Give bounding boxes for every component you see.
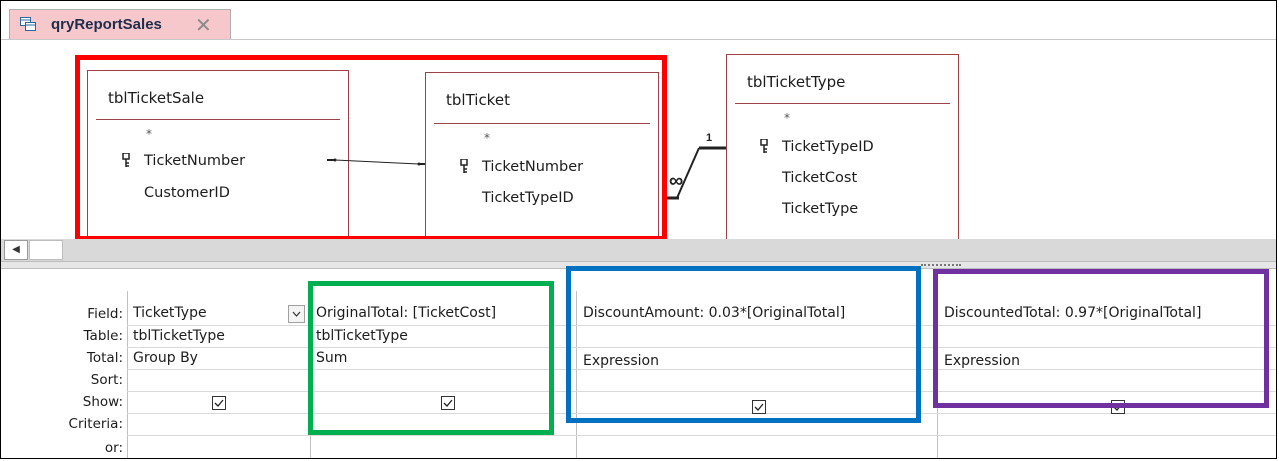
table-title: tblTicketType <box>747 73 846 91</box>
scroll-left-icon[interactable]: ◀ <box>4 240 28 260</box>
field-cell-col1[interactable]: TicketType <box>133 305 207 321</box>
column-separator <box>127 291 128 458</box>
field-ticket-cost[interactable]: TicketCost <box>782 170 857 186</box>
all-fields-star[interactable]: * <box>784 111 790 125</box>
tab-title: qryReportSales <box>51 16 162 33</box>
row-label-sort: Sort: <box>90 372 123 388</box>
divider <box>735 103 950 104</box>
document-tab-bar: qryReportSales ✕ <box>1 1 1276 39</box>
close-icon[interactable]: ✕ <box>195 13 212 38</box>
table-cell-col1[interactable]: tblTicketType <box>133 328 225 344</box>
query-icon <box>20 17 36 31</box>
table-pane-scrollbar[interactable]: ◀ <box>1 239 1276 261</box>
row-label-total: Total: <box>86 350 123 366</box>
chevron-down-icon[interactable] <box>288 305 305 323</box>
row-label-field: Field: <box>87 306 123 322</box>
annotation-box-red <box>75 55 667 241</box>
primary-key-icon <box>760 139 768 153</box>
field-ticket-type-id[interactable]: TicketTypeID <box>782 139 874 155</box>
annotation-box-green <box>308 281 554 435</box>
table-box-ticket-type[interactable]: tblTicketType * TicketTypeID TicketCost … <box>726 54 959 240</box>
row-label-criteria: Criteria: <box>68 416 123 432</box>
scroll-thumb[interactable] <box>29 240 63 260</box>
total-cell-col1[interactable]: Group By <box>133 350 198 366</box>
relationship-one-label: 1 <box>706 132 713 144</box>
field-ticket-type[interactable]: TicketType <box>782 201 858 217</box>
annotation-box-purple <box>933 269 1269 408</box>
document-tab[interactable]: qryReportSales ✕ <box>9 9 231 39</box>
row-separator <box>127 435 1276 436</box>
row-label-show: Show: <box>82 394 123 410</box>
relationship-many-label: ∞ <box>669 170 684 192</box>
row-label-table: Table: <box>83 328 123 344</box>
query-design-window: qryReportSales ✕ tblTicketSale * TicketN… <box>0 0 1277 459</box>
show-checkbox-col1[interactable] <box>212 396 226 410</box>
annotation-box-blue <box>566 266 921 423</box>
row-label-or: or: <box>104 440 123 456</box>
